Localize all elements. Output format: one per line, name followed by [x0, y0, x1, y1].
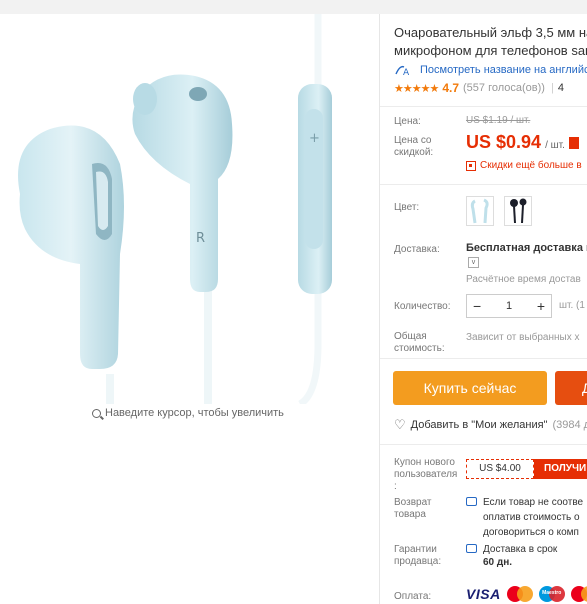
qty-plus-button[interactable]: + [537, 299, 545, 313]
coupon-label: Купон нового пользователя : [394, 457, 457, 493]
shipping-dropdown-chevron-icon[interactable]: v [468, 257, 479, 268]
discount-price-value: US $0.94 [466, 132, 542, 152]
maestro-text: Maestro [542, 590, 562, 596]
zoom-hint: Наведите курсор, чтобы увеличить [92, 407, 284, 419]
shipping-label: Доставка: [394, 244, 440, 255]
product-title-line2: микрофоном для телефонов sar [394, 43, 587, 58]
svg-text:A: A [403, 68, 410, 76]
heart-icon: ♡ [394, 417, 406, 432]
qty-input[interactable]: 1 [506, 300, 512, 312]
translate-link-text[interactable]: Посмотреть название на английс [420, 64, 587, 76]
price-label: Цена: [394, 116, 421, 127]
app-discount-link[interactable]: Скидки ещё больше в [466, 160, 582, 171]
add-to-cart-button[interactable]: Д [555, 371, 587, 405]
color-swatch-black[interactable] [504, 196, 532, 226]
top-strip [0, 0, 587, 14]
product-title: Очаровательный эльф 3,5 мм на микрофоном… [394, 24, 587, 60]
rating-row: ★★★★★ 4.7 (557 голоса(ов)) | 4 [394, 81, 564, 95]
svg-text:+: + [309, 131, 320, 146]
discount-price-label-1: Цена со [394, 135, 432, 146]
discount-badge [568, 137, 579, 149]
coupon-label-3: : [394, 481, 397, 492]
qty-availability: шт. (1 [559, 300, 585, 311]
product-image[interactable]: R + [0, 14, 360, 408]
returns-line1: Если товар не соотве [483, 497, 584, 508]
quantity-label: Количество: [394, 301, 451, 312]
rating-votes-link[interactable]: (557 голоса(ов)) [463, 82, 545, 94]
coupon-label-2: пользователя [394, 469, 458, 480]
shipping-estimate: Расчётное время достав [466, 274, 581, 285]
returns-label-2: товара [394, 509, 426, 520]
zoom-hint-text: Наведите курсор, чтобы увеличить [105, 407, 284, 419]
shipping-value: Бесплатная доставка в [466, 242, 587, 254]
rating-separator: | [550, 82, 554, 94]
quantity-stepper[interactable]: − 1 + [466, 294, 552, 318]
payment-label: Оплата: [394, 591, 432, 602]
returns-label-1: Возврат [394, 497, 432, 508]
wishlist-text[interactable]: Добавить в "Мои желания" [411, 419, 548, 431]
svg-text:R: R [196, 231, 205, 246]
discount-price-label: Цена со скидкой: [394, 135, 433, 159]
black-earphones-thumb [510, 198, 527, 224]
guarantee-label-1: Гарантии [394, 544, 437, 555]
color-label: Цвет: [394, 202, 420, 213]
white-earphones-thumb [470, 198, 489, 224]
guarantee-line1: Доставка в срок [483, 544, 558, 555]
maestro-logo: Maestro [538, 586, 565, 602]
get-coupon-button[interactable]: ПОЛУЧИ [534, 459, 587, 479]
coupon-amount: US $4.00 [466, 459, 534, 479]
translate-icon: A [395, 65, 410, 76]
delivery-icon [466, 544, 477, 553]
discount-price-label-2: скидкой: [394, 147, 434, 158]
guarantee-label: Гарантии продавца: [394, 544, 441, 568]
returns-line3: договориться о комп [483, 527, 579, 538]
orders-count: 4 [557, 82, 564, 94]
buy-now-button[interactable]: Купить сейчас [393, 371, 547, 405]
return-icon [466, 497, 477, 506]
translate-link[interactable]: A Посмотреть название на английс [394, 64, 587, 76]
discount-price: US $0.94 / шт. [466, 132, 579, 153]
qr-code-icon [466, 160, 476, 171]
divider [380, 358, 587, 359]
old-price: US $1.19 / шт. [466, 115, 531, 126]
divider [380, 106, 587, 107]
color-swatch-white[interactable] [466, 196, 494, 226]
total-value: Зависит от выбранных х [466, 332, 580, 343]
wishlist-count: (3984 до [552, 419, 587, 431]
price-unit: / шт. [545, 140, 565, 151]
app-discount-text[interactable]: Скидки ещё больше в [480, 160, 582, 171]
rating-stars: ★★★★★ [394, 82, 439, 95]
divider [380, 444, 587, 445]
returns-text: Если товар не соотве оплатив стоимость о… [483, 495, 583, 540]
rating-score: 4.7 [442, 81, 459, 95]
product-title-line1: Очаровательный эльф 3,5 мм на [394, 25, 587, 40]
total-label-1: Общая [394, 331, 427, 342]
total-label: Общая стоимость: [394, 331, 445, 355]
divider [380, 184, 587, 185]
magnifier-icon [92, 408, 101, 418]
new-user-coupon: US $4.00 ПОЛУЧИ [466, 459, 587, 479]
returns-line2: оплатив стоимость о [483, 512, 580, 523]
guarantee-days: 60 дн. [483, 557, 513, 568]
coupon-label-1: Купон нового [394, 457, 455, 468]
mastercard-logo [506, 586, 533, 602]
wishlist-link[interactable]: ♡ Добавить в "Мои желания" (3984 до [394, 417, 587, 433]
product-info-panel: Очаровательный эльф 3,5 мм на микрофоном… [380, 14, 587, 604]
payment-logos: VISA Maestro [466, 586, 587, 602]
visa-logo: VISA [466, 586, 501, 602]
mastercard-logo-2 [570, 586, 587, 602]
qty-minus-button[interactable]: − [473, 299, 481, 313]
total-label-2: стоимость: [394, 343, 445, 354]
guarantee-label-2: продавца: [394, 556, 442, 567]
returns-label: Возврат товара [394, 497, 432, 521]
